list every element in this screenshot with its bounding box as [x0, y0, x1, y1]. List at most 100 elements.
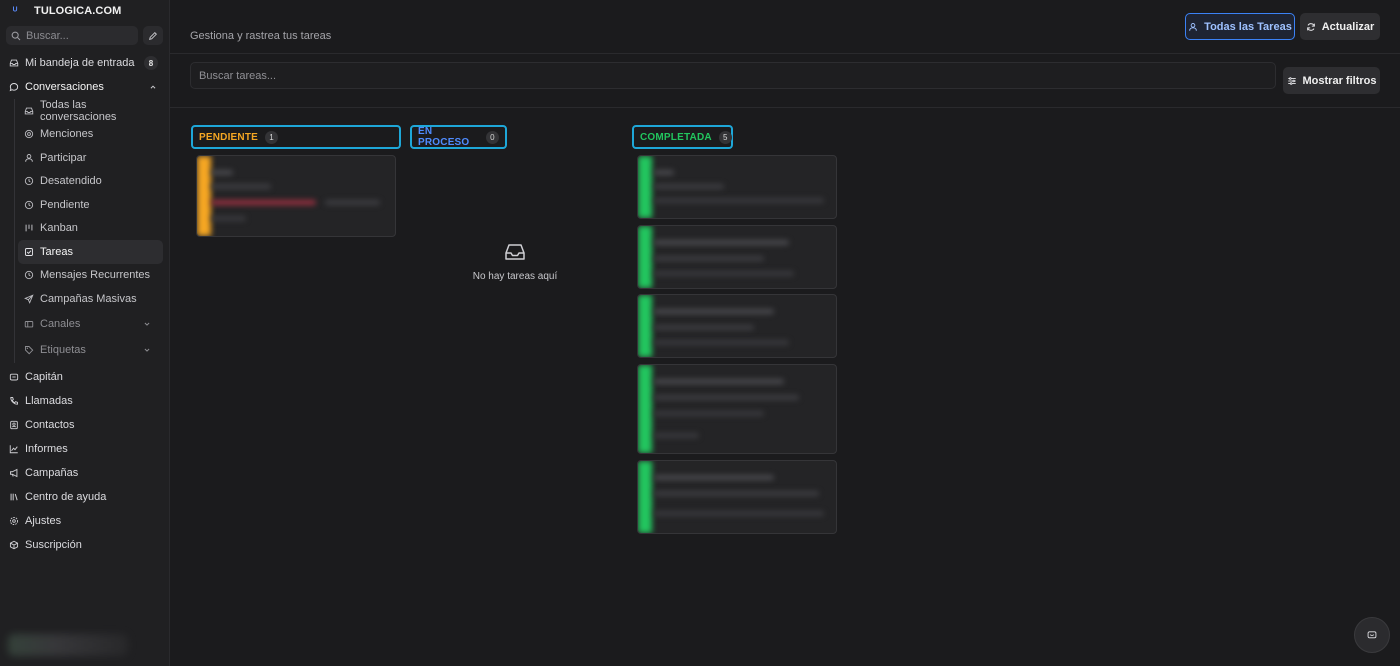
card-blurred-text [654, 256, 764, 261]
sidebar-item-label: Etiquetas [40, 343, 86, 356]
task-card-completed[interactable] [637, 294, 837, 358]
card-blurred-text [654, 511, 824, 516]
channels-icon [24, 319, 34, 329]
page-header: Gestiona y rastrea tus tareas Todas las … [170, 0, 1400, 54]
refresh-label: Actualizar [1321, 20, 1375, 33]
card-blurred-text [654, 491, 819, 496]
sidebar-item-label: Contactos [25, 418, 75, 431]
chevron-up-icon[interactable] [148, 82, 158, 92]
sidebar-item-label: Desatendido [40, 175, 102, 188]
floating-chat-button[interactable] [1354, 617, 1390, 653]
conversations-submenu: Todas las conversaciones Menciones Parti… [14, 99, 169, 363]
sidebar: ᵁ TULOGICA.COM Buscar... Mi bandeja de e… [0, 0, 170, 666]
sidebar-item-participate[interactable]: Participar [18, 146, 163, 170]
card-blurred-text [211, 216, 246, 221]
sidebar-item-campaigns[interactable]: Campañas [0, 461, 169, 485]
package-icon [9, 540, 19, 550]
phone-icon [9, 396, 19, 406]
card-status-stripe [638, 365, 652, 453]
card-blurred-text [654, 271, 794, 276]
sidebar-item-inbox[interactable]: Mi bandeja de entrada 8 [0, 51, 169, 75]
brand-name: TULOGICA.COM [34, 5, 122, 17]
sidebar-item-contacts[interactable]: Contactos [0, 413, 169, 437]
all-tasks-button[interactable]: Todas las Tareas [1185, 13, 1295, 40]
chat-icon [9, 82, 19, 92]
card-status-stripe [638, 226, 652, 288]
compose-button[interactable] [143, 26, 163, 45]
sidebar-item-tags[interactable]: Etiquetas [18, 337, 163, 363]
column-title: PENDIENTE [199, 131, 259, 143]
sidebar-item-subscription[interactable]: Suscripción [0, 533, 169, 557]
chevron-down-icon[interactable] [142, 319, 152, 329]
clock-icon [24, 176, 34, 186]
sidebar-item-label: Informes [25, 442, 68, 455]
sidebar-item-label: Mensajes Recurrentes [40, 269, 151, 282]
sidebar-item-calls[interactable]: Llamadas [0, 389, 169, 413]
sidebar-item-label: Tareas [40, 245, 74, 258]
card-blurred-text [211, 200, 316, 205]
sidebar-item-captain[interactable]: Capitán [0, 365, 169, 389]
user-profile-menu[interactable] [8, 634, 128, 656]
card-blurred-text [654, 379, 784, 384]
card-blurred-text [654, 433, 699, 438]
card-status-stripe [638, 295, 652, 357]
inbox-icon [24, 106, 34, 116]
column-count: 1 [265, 130, 279, 144]
sidebar-item-all-conversations[interactable]: Todas las conversaciones [18, 99, 163, 123]
user-icon [1188, 22, 1198, 32]
empty-column-state: No hay tareas aquí [470, 242, 560, 282]
column-count: 0 [486, 130, 499, 144]
repeat-icon [24, 270, 34, 280]
inbox-icon [9, 58, 19, 68]
show-filters-button[interactable]: Mostrar filtros [1283, 67, 1380, 94]
card-status-stripe [197, 156, 211, 236]
at-icon [24, 129, 34, 139]
card-blurred-text [211, 184, 271, 189]
task-card-completed[interactable] [637, 225, 837, 289]
card-blurred-text [211, 170, 233, 175]
sidebar-item-help-center[interactable]: Centro de ayuda [0, 485, 169, 509]
main-content: Gestiona y rastrea tus tareas Todas las … [170, 0, 1400, 666]
sidebar-item-conversations[interactable]: Conversaciones [0, 75, 169, 99]
page-subtitle: Gestiona y rastrea tus tareas [190, 30, 332, 42]
refresh-button[interactable]: Actualizar [1300, 13, 1380, 40]
brand-logo-icon: ᵁ [12, 5, 18, 17]
card-blurred-text [654, 184, 724, 189]
sidebar-item-unattended[interactable]: Desatendido [18, 170, 163, 194]
column-header-in-progress: EN PROCESO 0 [410, 125, 507, 149]
card-blurred-text [654, 170, 674, 175]
sidebar-item-tasks[interactable]: Tareas [18, 240, 163, 264]
sidebar-item-kanban[interactable]: Kanban [18, 217, 163, 241]
card-blurred-text [654, 411, 764, 416]
sidebar-item-channels[interactable]: Canales [18, 311, 163, 337]
sidebar-item-reports[interactable]: Informes [0, 437, 169, 461]
filter-lines-icon [1287, 76, 1297, 86]
sidebar-item-mentions[interactable]: Menciones [18, 123, 163, 147]
sidebar-item-label: Conversaciones [25, 81, 104, 93]
sidebar-item-label: Kanban [40, 222, 78, 235]
card-blurred-text [654, 340, 789, 345]
sidebar-item-label: Menciones [40, 128, 94, 141]
task-card-completed[interactable] [637, 155, 837, 219]
bot-icon [9, 372, 19, 382]
card-blurred-text [325, 200, 380, 205]
task-search-input[interactable]: Buscar tareas... [190, 62, 1276, 89]
sidebar-item-pending[interactable]: Pendiente [18, 193, 163, 217]
show-filters-label: Mostrar filtros [1302, 74, 1377, 87]
card-blurred-text [654, 240, 789, 245]
contacts-icon [9, 420, 19, 430]
task-card-pending[interactable] [196, 155, 396, 237]
sidebar-search-input[interactable]: Buscar... [6, 26, 138, 45]
task-card-completed[interactable] [637, 460, 837, 534]
sidebar-item-label: Todas las conversaciones [40, 98, 117, 123]
sidebar-item-mass-campaigns[interactable]: Campañas Masivas [18, 287, 163, 311]
sidebar-item-label: Capitán [25, 370, 63, 383]
sidebar-item-settings[interactable]: Ajustes [0, 509, 169, 533]
send-icon [24, 294, 34, 304]
brand[interactable]: ᵁ TULOGICA.COM [0, 0, 169, 22]
sidebar-item-label: Centro de ayuda [25, 490, 107, 503]
task-card-completed[interactable] [637, 364, 837, 454]
chevron-down-icon[interactable] [142, 345, 152, 355]
sidebar-item-recurring-messages[interactable]: Mensajes Recurrentes [18, 264, 163, 288]
sidebar-item-label: Llamadas [25, 394, 73, 407]
